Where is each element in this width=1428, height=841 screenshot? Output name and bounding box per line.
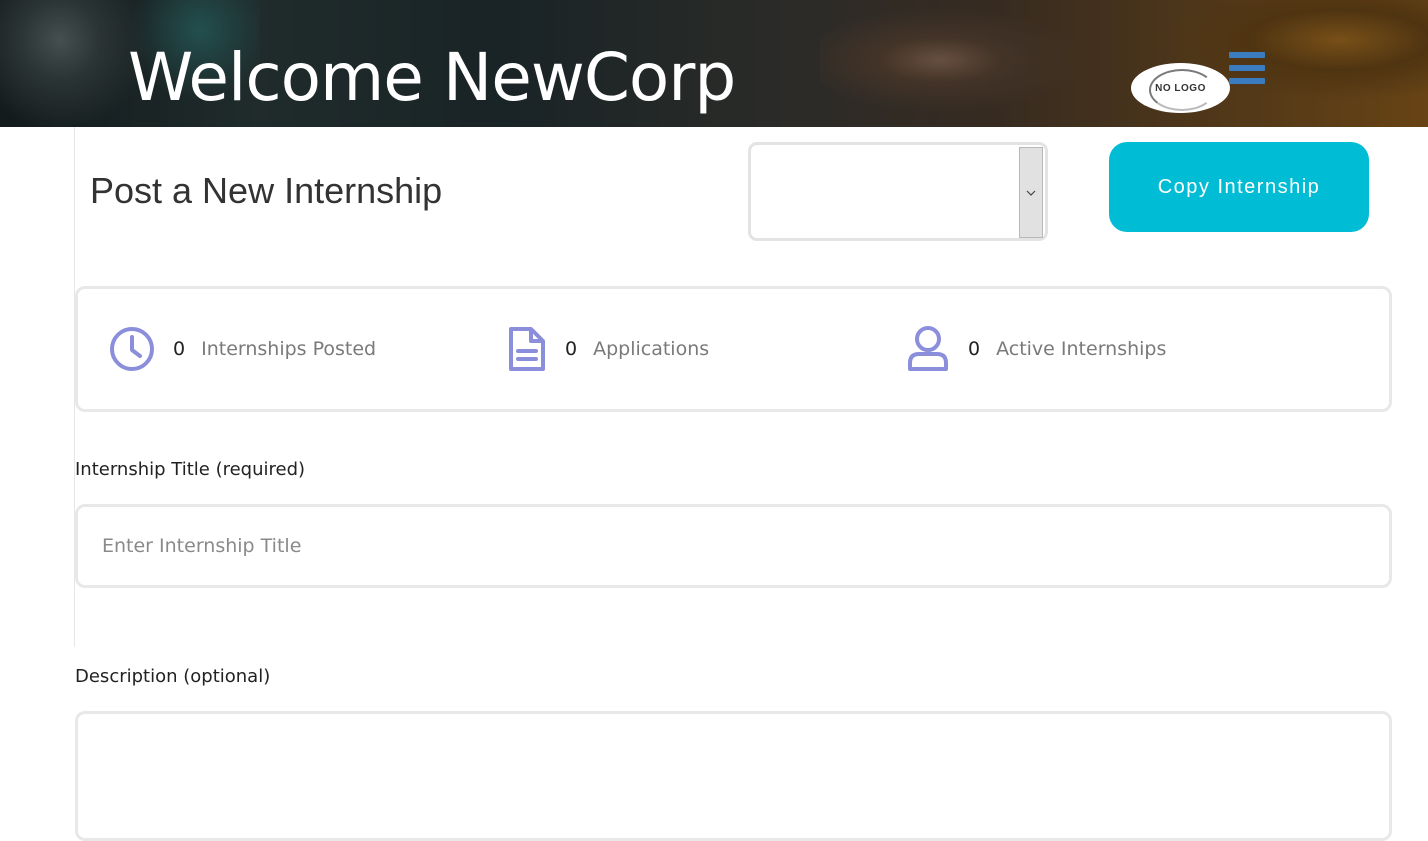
stats-panel: 0 Internships Posted 0 Applications 0 Ac… bbox=[75, 286, 1392, 412]
header-banner: Welcome NewCorp NO LOGO bbox=[0, 0, 1428, 127]
internship-title-input[interactable] bbox=[75, 504, 1392, 588]
hamburger-icon[interactable] bbox=[1229, 52, 1265, 85]
document-icon bbox=[507, 325, 547, 373]
welcome-heading: Welcome NewCorp bbox=[128, 39, 736, 116]
description-textarea[interactable] bbox=[75, 711, 1392, 841]
stat-internships-posted: 0 Internships Posted bbox=[109, 289, 376, 409]
stat-value: 0 bbox=[173, 338, 186, 360]
stat-active-internships: 0 Active Internships bbox=[906, 289, 1166, 409]
logo-text: NO LOGO bbox=[1155, 82, 1206, 94]
stat-label: Applications bbox=[593, 338, 710, 360]
chevron-down-icon[interactable] bbox=[1019, 147, 1043, 238]
internship-select[interactable] bbox=[748, 142, 1048, 241]
stat-value: 0 bbox=[968, 338, 981, 360]
copy-internship-button[interactable]: Copy Internship bbox=[1109, 142, 1369, 232]
user-icon bbox=[906, 325, 950, 373]
stat-applications: 0 Applications bbox=[507, 289, 709, 409]
clock-icon bbox=[109, 326, 155, 372]
stat-value: 0 bbox=[565, 338, 578, 360]
internship-title-label: Internship Title (required) bbox=[75, 459, 306, 480]
stat-label: Active Internships bbox=[996, 338, 1167, 360]
description-label: Description (optional) bbox=[75, 666, 271, 687]
stat-label: Internships Posted bbox=[201, 338, 377, 360]
company-logo[interactable]: NO LOGO bbox=[1131, 63, 1230, 113]
page-title: Post a New Internship bbox=[90, 170, 443, 211]
